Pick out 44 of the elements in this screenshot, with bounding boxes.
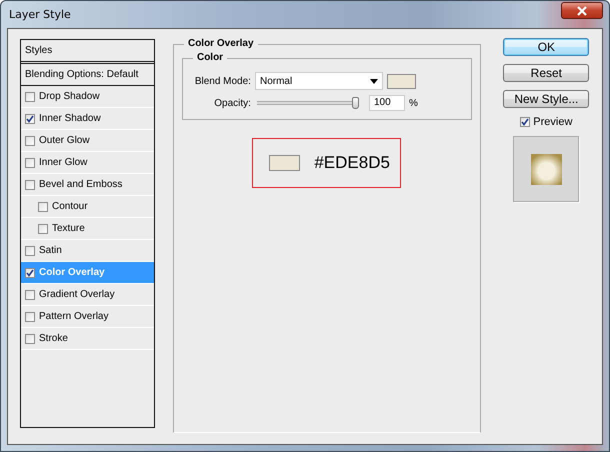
style-item[interactable]: Drop Shadow	[21, 86, 154, 108]
checkbox[interactable]	[25, 114, 35, 124]
checkbox[interactable]	[38, 202, 48, 212]
close-icon	[576, 6, 588, 16]
dialog-button[interactable]: Reset	[503, 64, 590, 82]
checkbox[interactable]	[25, 180, 35, 190]
checkbox[interactable]	[25, 136, 35, 146]
dialog-button[interactable]: New Style...	[503, 90, 590, 108]
style-item[interactable]: Gradient Overlay	[21, 284, 154, 306]
close-button[interactable]	[561, 2, 603, 19]
checkbox[interactable]	[25, 334, 35, 344]
dialog-button[interactable]: OK	[503, 38, 590, 56]
blend-mode-dropdown[interactable]: Normal	[254, 72, 383, 90]
caret-icon	[370, 78, 378, 84]
style-item[interactable]: Pattern Overlay	[21, 306, 154, 328]
preview-label: Preview	[533, 116, 572, 128]
blending-options-item[interactable]: Blending Options: Default	[21, 64, 154, 86]
style-item[interactable]: Texture	[21, 218, 154, 240]
hex-code: #EDE8D5	[314, 153, 390, 173]
style-item[interactable]: Contour	[21, 196, 154, 218]
slider-thumb[interactable]	[352, 97, 359, 109]
checkbox[interactable]	[25, 268, 35, 278]
checkbox[interactable]	[25, 92, 35, 102]
style-item[interactable]: Bevel and Emboss	[21, 174, 154, 196]
panel-title: Color Overlay	[184, 38, 258, 49]
style-item[interactable]: Inner Shadow	[21, 108, 154, 130]
checkbox[interactable]	[38, 224, 48, 234]
checkbox[interactable]	[520, 117, 530, 127]
blend-mode-label: Blend Mode:	[194, 76, 251, 86]
style-item[interactable]: Stroke	[21, 328, 154, 350]
list-header: Styles	[21, 40, 154, 64]
group-title: Color	[192, 52, 228, 63]
checkbox[interactable]	[25, 158, 35, 168]
checkbox[interactable]	[25, 312, 35, 322]
preview-tile-drawing	[530, 154, 562, 184]
checkbox[interactable]	[25, 290, 35, 300]
percent-unit: %	[408, 98, 418, 108]
checkbox[interactable]	[25, 246, 35, 256]
opacity-label: Opacity:	[213, 98, 251, 108]
style-item[interactable]: Inner Glow	[21, 152, 154, 174]
color-swatch[interactable]	[386, 74, 416, 88]
style-item[interactable]: Outer Glow	[21, 130, 154, 152]
opacity-field[interactable]: 100	[368, 95, 405, 111]
window-title: Layer Style	[9, 8, 71, 21]
